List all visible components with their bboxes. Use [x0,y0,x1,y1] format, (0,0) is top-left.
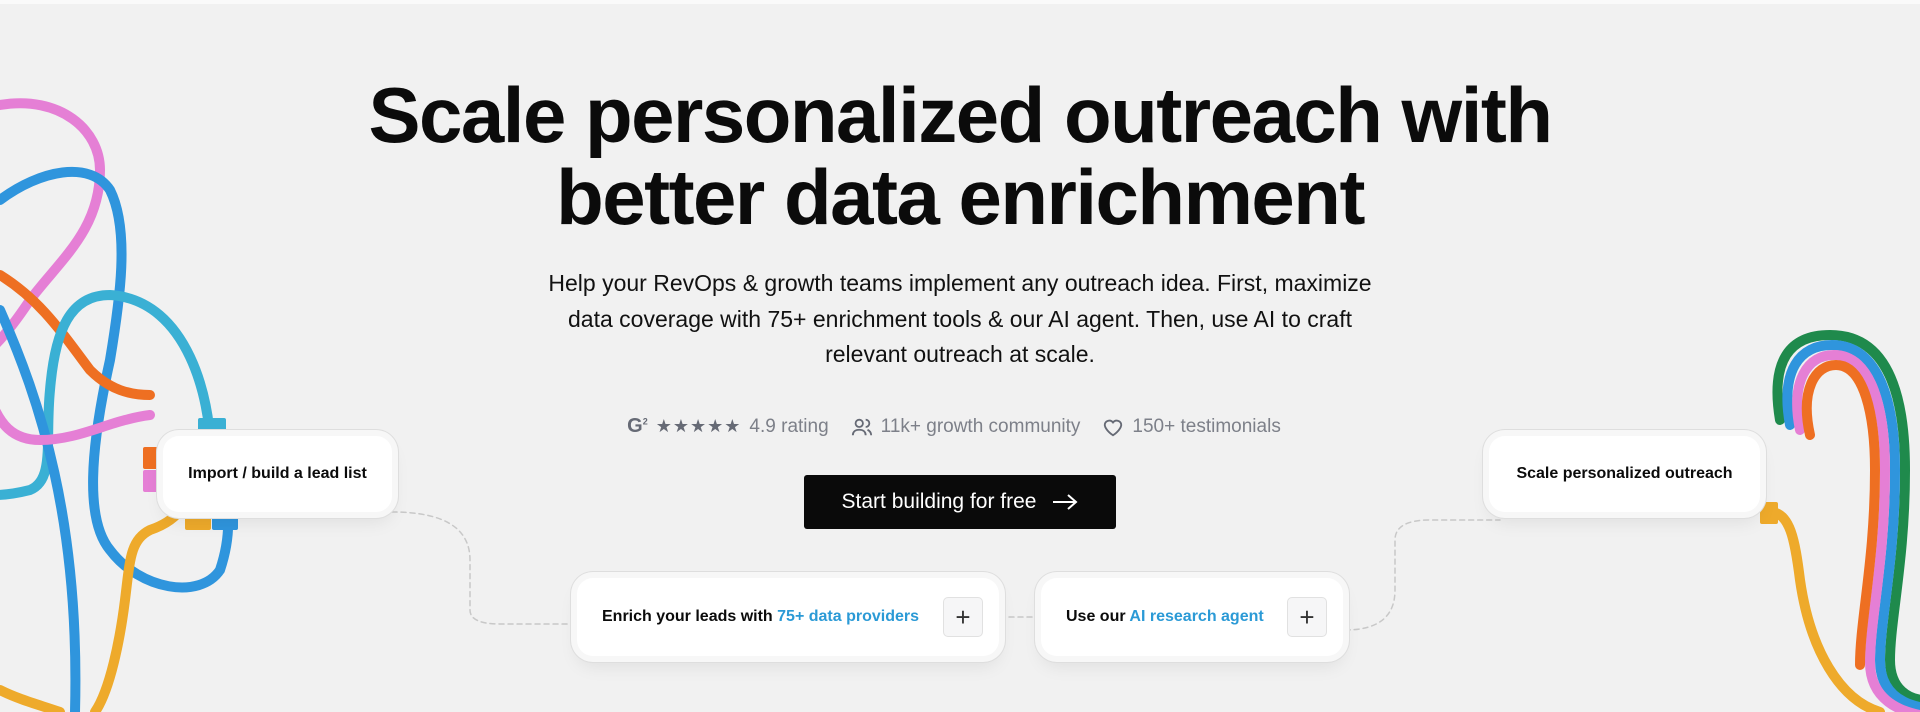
rating-group: G2 ★★★★★ 4.9 rating [627,415,829,438]
dashed-connector [391,511,576,625]
flow-card-import: Import / build a lead list [163,436,392,512]
plus-icon: + [1299,601,1315,632]
page-title: Scale personalized outreach with better d… [368,71,1553,241]
rope-connector [185,512,211,530]
heart-icon [1104,419,1123,436]
hero-subtitle: Help your RevOps & growth teams implemen… [548,270,1372,367]
star-icon: ★★★★★ [655,416,742,436]
rope-connector [143,470,163,492]
testimonials-text: 150+ testimonials [1132,415,1281,437]
flow-card-scale: Scale personalized outreach [1489,436,1760,512]
plus-icon: + [955,601,971,632]
start-building-button[interactable]: Start building for free [804,475,1116,529]
add-agent-button[interactable]: + [1287,597,1327,637]
users-icon [851,418,872,435]
rating-text: 4.9 rating [749,415,829,437]
g2-logo: G2 [627,415,648,437]
dashed-connector [1344,519,1501,631]
flow-card-enrich: Enrich your leads with 75+ data provider… [577,578,999,656]
add-provider-button[interactable]: + [943,597,983,637]
testimonials-group: 150+ testimonials [1102,415,1281,438]
arrow-right-icon [1053,494,1078,510]
rope-connector [143,447,163,469]
flow-card-agent: Use our AI research agent + [1041,578,1343,656]
community-group: 11k+ growth community [851,415,1081,438]
social-proof: G2 ★★★★★ 4.9 rating 11k+ growth communit… [0,415,1920,438]
rope-connector [212,512,238,530]
rope-connector [1760,502,1778,524]
community-text: 11k+ growth community [880,415,1081,437]
